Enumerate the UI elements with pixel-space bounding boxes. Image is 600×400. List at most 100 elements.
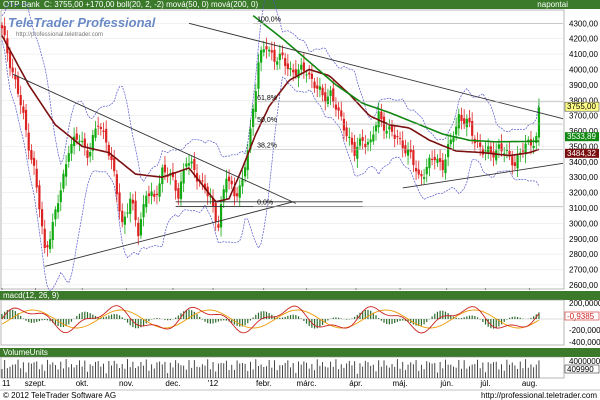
- candle-body: [463, 118, 466, 125]
- candle-body: [123, 216, 126, 225]
- candle-body: [297, 69, 300, 78]
- candle-body: [11, 67, 14, 73]
- candle-body: [51, 222, 54, 241]
- candle-body: [401, 140, 404, 149]
- candle-body: [81, 141, 84, 143]
- x-tick-label: máj.: [392, 379, 407, 388]
- candle-body: [439, 158, 442, 162]
- candle-body: [94, 128, 97, 138]
- candle-body: [388, 126, 391, 130]
- x-tick-label: okt.: [76, 379, 89, 388]
- macd-ytick-3: -200,0000: [569, 326, 600, 335]
- footer-url: http://professional.teletrader.com: [481, 391, 597, 400]
- candle-body: [27, 132, 30, 151]
- candle-body: [65, 164, 68, 177]
- candle-body: [225, 178, 228, 193]
- candle-body: [260, 50, 263, 63]
- candle-body: [115, 174, 118, 195]
- candle-body: [30, 150, 33, 160]
- candle-body: [356, 146, 359, 159]
- candle-body: [265, 46, 268, 50]
- candle-body: [185, 163, 188, 167]
- candle-body: [147, 193, 151, 197]
- header-info: C: 3755,00 +170,00 boll(20, 2, -2) mová(…: [44, 0, 258, 9]
- y-tick-label: 3300,00: [569, 173, 598, 182]
- candle-body: [334, 104, 338, 110]
- footer-copyright: © 2012 TeleTrader Software AG: [3, 391, 116, 400]
- candle-body: [495, 150, 498, 161]
- y-tick-label: 3000,00: [569, 219, 598, 228]
- candle-body: [340, 110, 343, 117]
- candle-body: [436, 158, 439, 163]
- candle-body: [121, 210, 124, 223]
- candle-body: [406, 149, 410, 156]
- y-tick-label: 3700,00: [569, 112, 598, 121]
- candle-body: [521, 150, 525, 152]
- candle-body: [86, 150, 89, 158]
- candle-body: [177, 188, 180, 199]
- candle-body: [372, 134, 375, 142]
- y-tick-label: 4100,00: [569, 50, 598, 59]
- volume-header-bar: [0, 348, 600, 357]
- candle-body: [353, 141, 356, 157]
- candle-body: [457, 114, 460, 129]
- candle-body: [161, 167, 164, 185]
- candle-body: [393, 134, 396, 139]
- candle-body: [83, 138, 86, 148]
- candle-body: [310, 73, 313, 79]
- candle-body: [398, 138, 402, 140]
- candle-body: [145, 195, 148, 208]
- candle-body: [305, 74, 308, 76]
- candle-body: [217, 224, 220, 228]
- macd-plot-area: [0, 299, 565, 346]
- candle-body: [529, 139, 533, 146]
- watermark-url: http://professional.teletrader.com: [16, 32, 103, 38]
- candle-body: [89, 151, 92, 157]
- candle-body: [139, 219, 143, 236]
- y-tick-label: 3400,00: [569, 158, 598, 167]
- candle-body: [43, 228, 46, 248]
- candle-body: [268, 49, 271, 52]
- candle-body: [0, 25, 4, 29]
- last-price-label: 3755,00: [567, 102, 596, 111]
- fib-label: 38,2%: [257, 143, 277, 150]
- candle-body: [230, 180, 233, 185]
- candle-body: [513, 162, 517, 166]
- candle-body: [420, 174, 423, 177]
- candle-body: [276, 61, 279, 65]
- y-tick-label: 3200,00: [569, 189, 598, 198]
- candle-body: [214, 203, 217, 222]
- candle-body: [257, 62, 260, 89]
- candle-body: [142, 204, 145, 218]
- candle-body: [294, 69, 297, 76]
- candle-body: [308, 72, 311, 75]
- candle-body: [102, 130, 105, 132]
- candle-body: [414, 168, 418, 172]
- x-tick-label: ápr.: [349, 379, 362, 388]
- y-tick-label: 2700,00: [569, 266, 598, 275]
- candle-body: [396, 136, 399, 138]
- candle-body: [281, 52, 284, 56]
- candle-body: [182, 169, 185, 184]
- x-tick-label: febr.: [256, 379, 272, 388]
- candle-body: [57, 203, 60, 213]
- candle-body: [342, 118, 346, 131]
- candle-body: [238, 185, 241, 198]
- fib-label: 50,0%: [257, 117, 277, 124]
- main-y-axis: 2600,00 2700,00 2800,00 2900,00 3000,00 3100,…: [564, 19, 600, 290]
- candle-body: [484, 150, 487, 152]
- x-tick-label: nov.: [119, 379, 134, 388]
- candle-body: [62, 173, 65, 189]
- macd-title: macd(12, 26, 9): [3, 291, 59, 300]
- candle-body: [78, 140, 81, 142]
- candle-body: [455, 126, 458, 135]
- candle-body: [187, 163, 191, 166]
- y-tick-label: 3100,00: [569, 204, 598, 213]
- candle-body: [364, 143, 367, 148]
- candle-body: [153, 193, 156, 197]
- candle-body: [97, 125, 100, 127]
- candle-body: [22, 106, 25, 113]
- candle-body: [193, 159, 196, 171]
- x-tick-label: szept.: [25, 379, 46, 388]
- candle-body: [479, 142, 482, 147]
